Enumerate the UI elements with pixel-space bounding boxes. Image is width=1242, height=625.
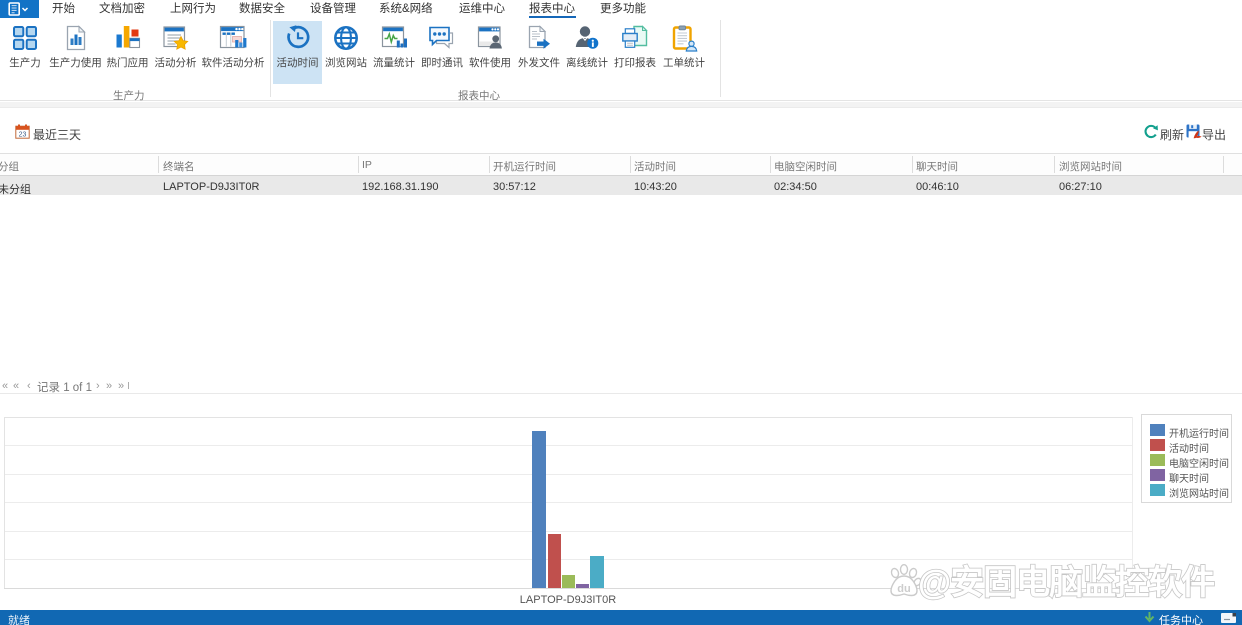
svg-text:23: 23 [19,131,27,138]
svg-text:du: du [897,583,910,595]
svg-text:@安固电脑监控软件: @安固电脑监控软件 [918,564,1214,602]
